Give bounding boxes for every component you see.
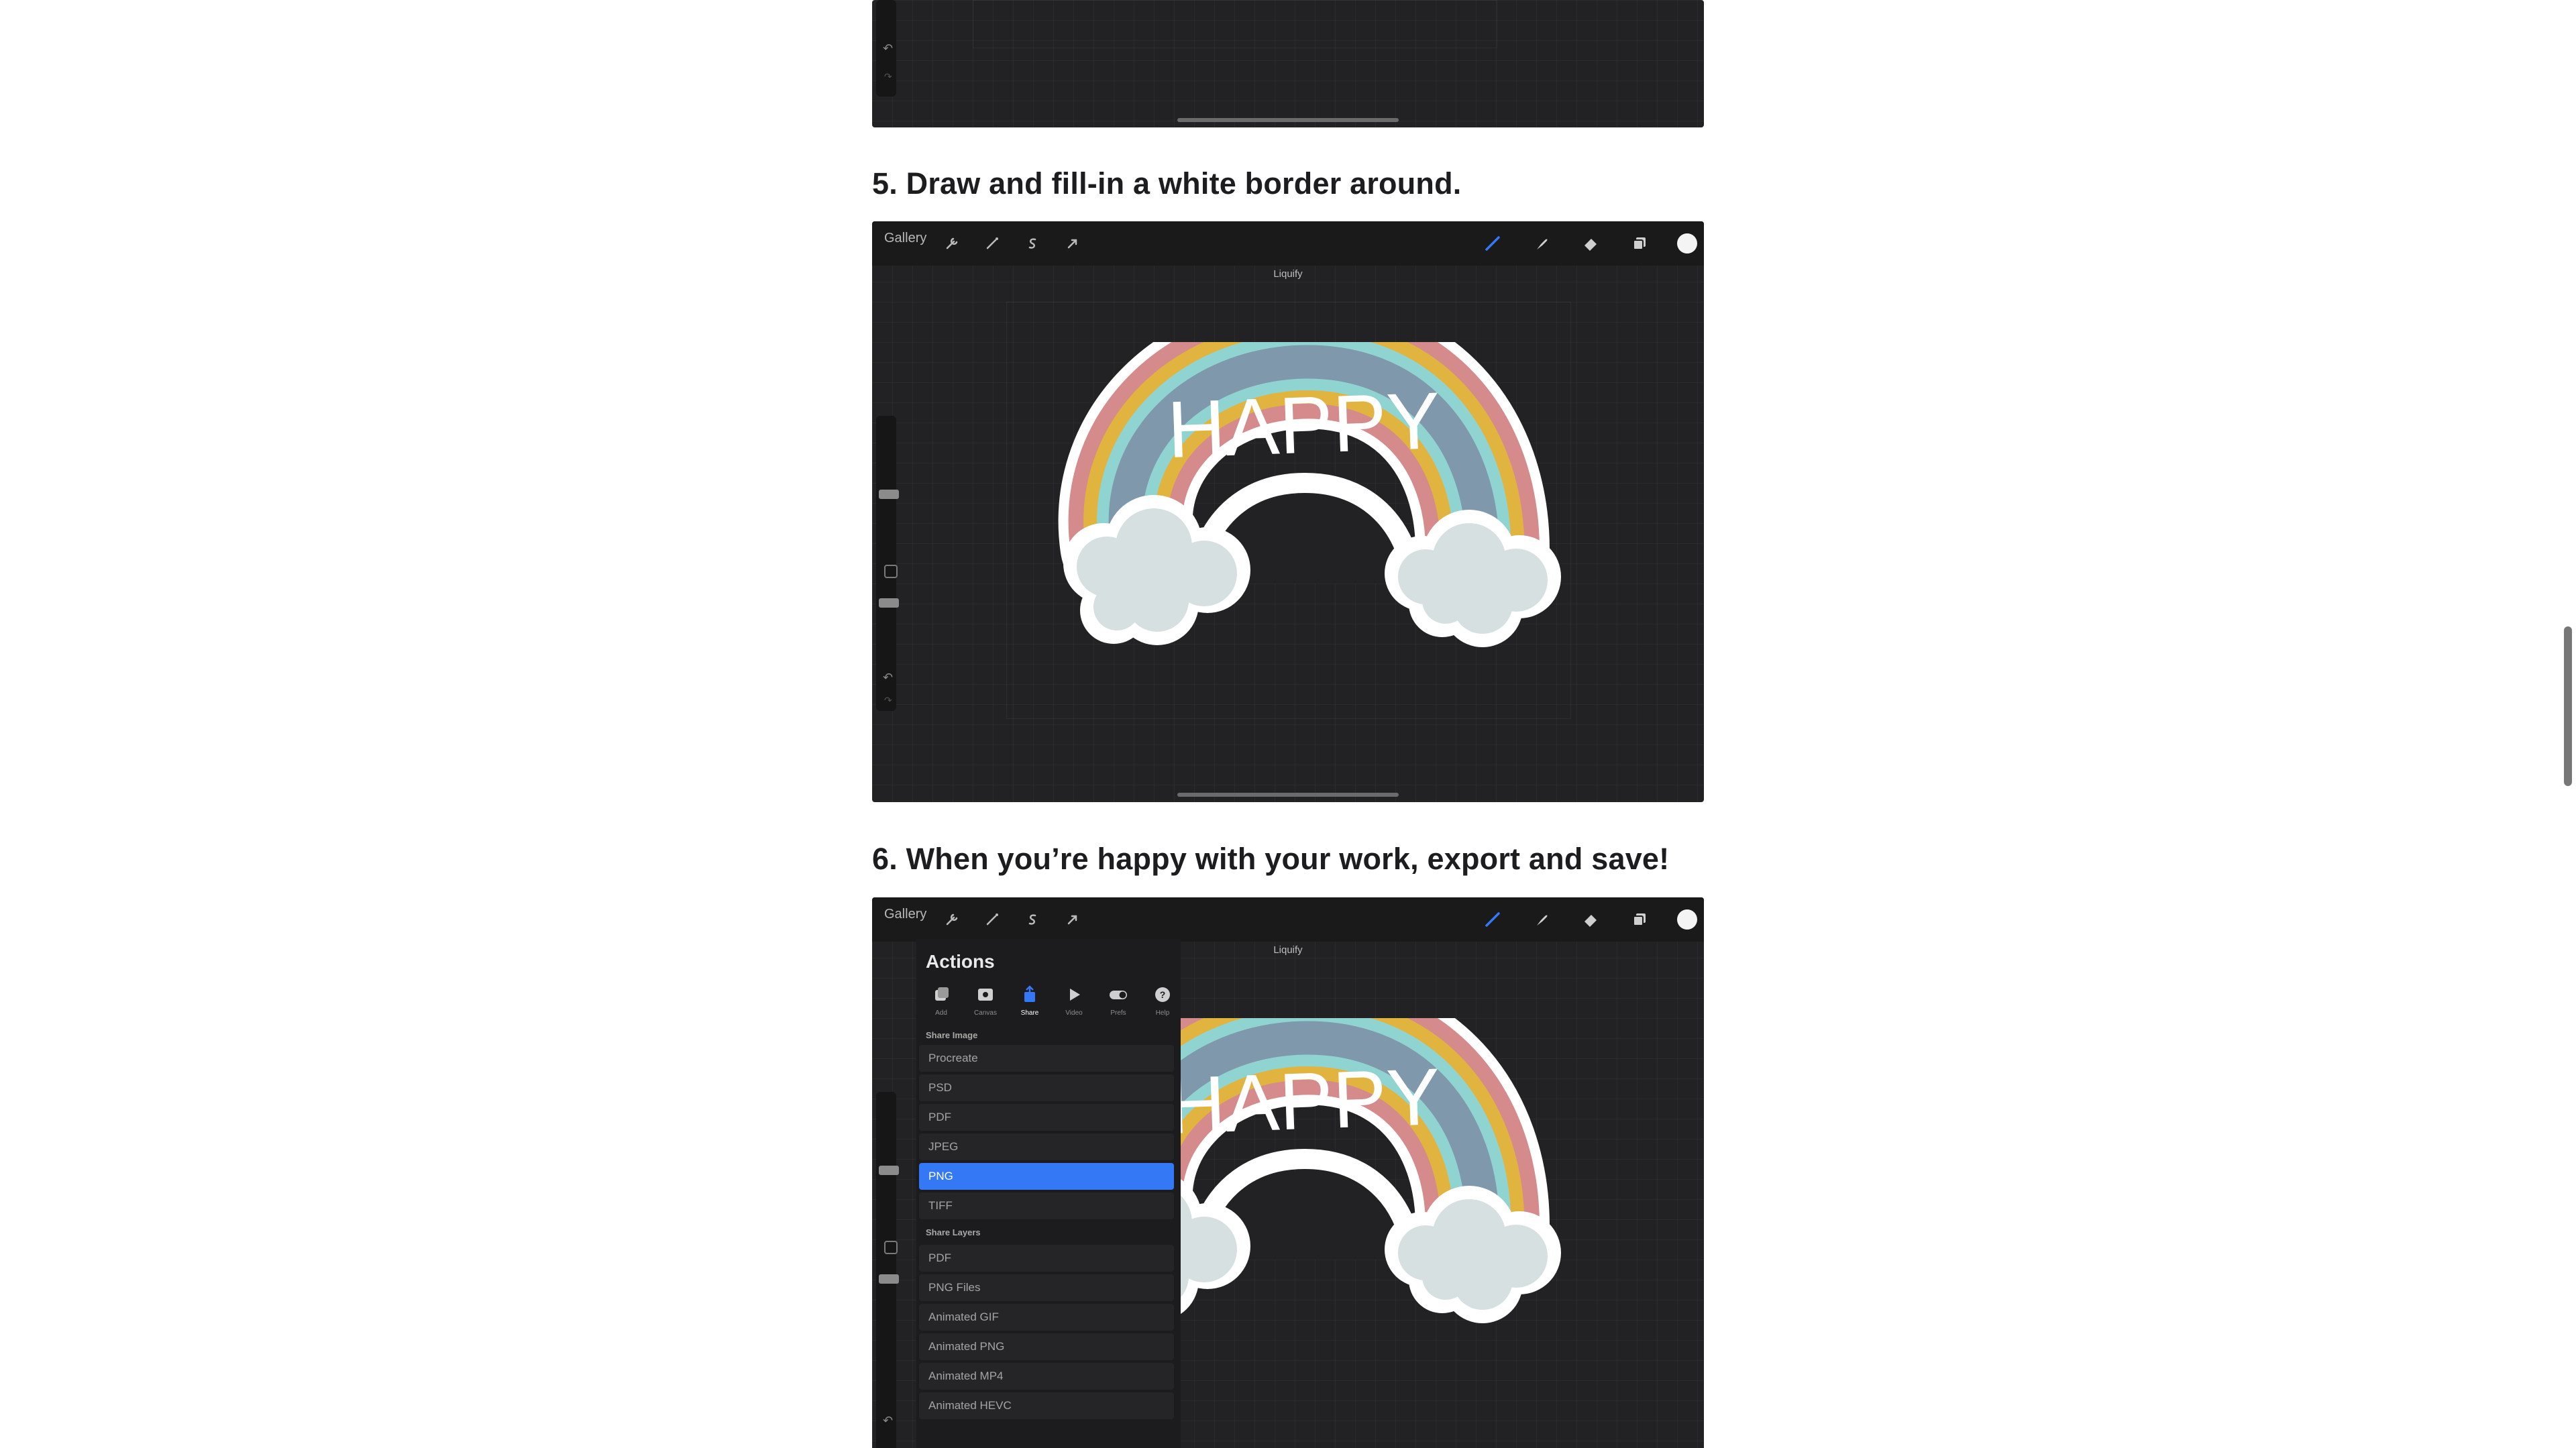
menu-item-animated-gif[interactable]: Animated GIF (919, 1304, 1174, 1331)
modify-button[interactable] (884, 565, 898, 578)
menu-item-tiff[interactable]: TIFF (919, 1192, 1174, 1219)
transform-arrow-icon[interactable] (1063, 233, 1083, 254)
step-5-heading: 5. Draw and fill-in a white border aroun… (872, 166, 1462, 201)
menu-item-png-files[interactable]: PNG Files (919, 1274, 1174, 1301)
share-icon (1024, 985, 1035, 1002)
wrench-icon[interactable] (942, 233, 962, 254)
procreate-screenshot-previous: ↶ ↷ (872, 0, 1704, 127)
opacity-slider[interactable] (879, 598, 899, 608)
eraser-icon[interactable] (1580, 909, 1601, 930)
tab-canvas[interactable]: Canvas (966, 985, 1005, 1017)
brush-icon[interactable] (1483, 233, 1503, 254)
canvas-icon (978, 989, 993, 1001)
color-swatch-icon[interactable] (1677, 909, 1697, 930)
home-indicator (1177, 118, 1399, 122)
help-icon: ? (1155, 987, 1170, 1002)
brush-icon[interactable] (1483, 909, 1503, 930)
menu-item-layers-pdf[interactable]: PDF (919, 1245, 1174, 1272)
modify-button[interactable] (884, 1241, 898, 1254)
video-icon (1070, 989, 1080, 1001)
tab-add[interactable]: Add (922, 985, 961, 1017)
top-toolbar: Gallery (872, 221, 1704, 266)
color-swatch-icon[interactable] (1677, 233, 1697, 254)
selection-s-icon[interactable] (1022, 909, 1042, 930)
transform-arrow-icon[interactable] (1063, 909, 1083, 930)
redo-icon[interactable]: ↷ (884, 695, 892, 706)
happy-rainbow-sticker: HAPPY (1058, 342, 1561, 647)
brush-size-rail[interactable]: ↶ (876, 1092, 899, 1448)
add-icon (935, 987, 949, 1001)
share-image-label: Share Image (926, 1030, 978, 1040)
gallery-button[interactable]: Gallery (884, 231, 926, 246)
canvas-name-label: Liquify (1273, 268, 1303, 280)
prefs-toggle-icon (1110, 991, 1127, 999)
selection-s-icon[interactable] (1022, 233, 1042, 254)
wrench-icon[interactable] (942, 909, 962, 930)
canvas-area (973, 0, 1497, 48)
menu-item-animated-png[interactable]: Animated PNG (919, 1333, 1174, 1360)
opacity-slider[interactable] (879, 1274, 899, 1284)
svg-text:?: ? (1160, 989, 1166, 1000)
tab-help[interactable]: ? Help (1143, 985, 1182, 1017)
magic-wand-icon[interactable] (982, 909, 1002, 930)
brush-size-rail[interactable]: ↶ ↷ (876, 416, 899, 711)
brush-size-slider[interactable] (879, 490, 899, 499)
magic-wand-icon[interactable] (982, 233, 1002, 254)
menu-item-jpeg[interactable]: JPEG (919, 1133, 1174, 1160)
step-6-heading: 6. When you’re happy with your work, exp… (872, 842, 1670, 876)
undo-icon[interactable]: ↶ (883, 42, 893, 56)
top-toolbar: Gallery (872, 897, 1704, 942)
menu-item-psd[interactable]: PSD (919, 1074, 1174, 1101)
menu-item-png[interactable]: PNG (919, 1163, 1174, 1190)
eraser-icon[interactable] (1580, 233, 1601, 254)
menu-item-procreate[interactable]: Procreate (919, 1045, 1174, 1072)
tab-prefs[interactable]: Prefs (1099, 985, 1138, 1017)
redo-icon[interactable]: ↷ (884, 71, 892, 82)
menu-item-animated-hevc[interactable]: Animated HEVC (919, 1392, 1174, 1419)
actions-title: Actions (926, 951, 995, 972)
brush-size-slider[interactable] (879, 1166, 899, 1175)
tab-video[interactable]: Video (1055, 985, 1093, 1017)
smudge-icon[interactable] (1532, 909, 1552, 930)
menu-item-animated-mp4[interactable]: Animated MP4 (919, 1363, 1174, 1390)
sticker-text: HAPPY (1166, 376, 1442, 475)
menu-item-pdf[interactable]: PDF (919, 1104, 1174, 1131)
layers-icon[interactable] (1629, 909, 1650, 930)
page-scrollbar[interactable] (2564, 626, 2572, 786)
gallery-button[interactable]: Gallery (884, 907, 926, 922)
procreate-screenshot-step-6: Gallery Liquify HAPPY ↶ Actions Add Canv… (872, 897, 1704, 1448)
actions-panel: Actions Add Canvas Share Video Prefs ? H… (916, 939, 1181, 1448)
home-indicator (1177, 793, 1399, 797)
layers-icon[interactable] (1629, 233, 1650, 254)
undo-icon[interactable]: ↶ (883, 1414, 893, 1428)
procreate-screenshot-step-5: Gallery Liquify HAPPY ↶ ↷ (872, 221, 1704, 802)
tab-share[interactable]: Share (1010, 985, 1049, 1017)
brush-size-rail[interactable]: ↶ ↷ (876, 0, 896, 97)
sticker-text: HAPPY (1166, 1052, 1442, 1151)
undo-icon[interactable]: ↶ (883, 671, 893, 685)
share-layers-label: Share Layers (926, 1227, 981, 1237)
smudge-icon[interactable] (1532, 233, 1552, 254)
